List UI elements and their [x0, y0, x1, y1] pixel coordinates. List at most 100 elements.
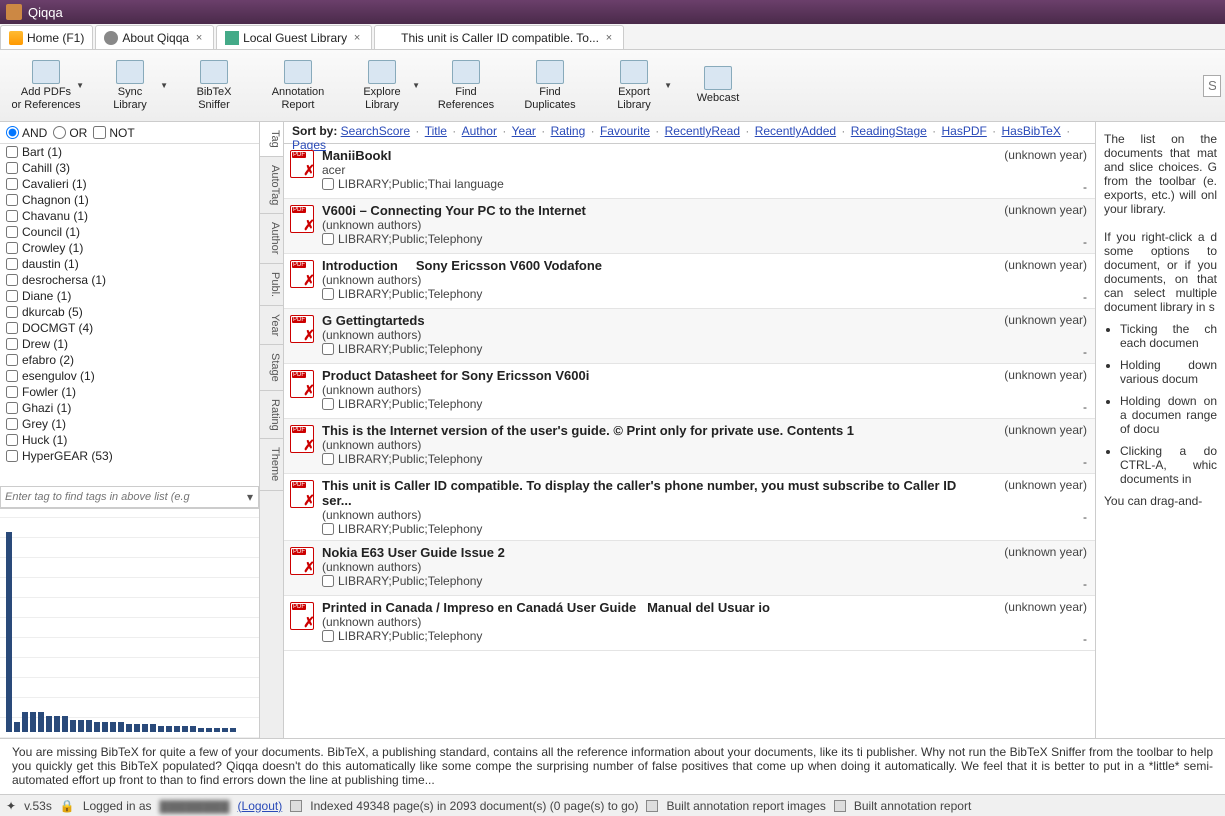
tag-check[interactable]	[6, 290, 18, 302]
doc-row[interactable]: V600i – Connecting Your PC to the Intern…	[284, 199, 1095, 254]
tag-row[interactable]: DOCMGT (4)	[0, 320, 259, 336]
tag-row[interactable]: Chagnon (1)	[0, 192, 259, 208]
sort-author[interactable]: Author	[462, 124, 497, 138]
tool-sync[interactable]: SyncLibrary▼	[88, 52, 172, 120]
doc-check[interactable]	[322, 178, 334, 190]
sort-year[interactable]: Year	[512, 124, 536, 138]
tag-search-input[interactable]	[1, 491, 242, 503]
tag-check[interactable]	[6, 226, 18, 238]
tool-webcast[interactable]: Webcast	[676, 52, 760, 120]
vtab-theme[interactable]: Theme	[260, 439, 283, 490]
tag-check[interactable]	[6, 210, 18, 222]
vtab-autotag[interactable]: AutoTag	[260, 157, 283, 214]
tag-check[interactable]	[6, 418, 18, 430]
doc-row[interactable]: G Gettingtarteds(unknown authors)LIBRARY…	[284, 309, 1095, 364]
tab-0[interactable]: Home (F1)	[0, 25, 93, 49]
doc-check[interactable]	[322, 343, 334, 355]
tool-find[interactable]: FindDuplicates	[508, 52, 592, 120]
tag-row[interactable]: Huck (1)	[0, 432, 259, 448]
vtab-rating[interactable]: Rating	[260, 391, 283, 440]
tag-row[interactable]: Drew (1)	[0, 336, 259, 352]
sort-title[interactable]: Title	[425, 124, 447, 138]
tag-row[interactable]: dkurcab (5)	[0, 304, 259, 320]
close-icon[interactable]: ×	[193, 32, 205, 44]
tag-row[interactable]: desrochersa (1)	[0, 272, 259, 288]
tag-row[interactable]: Council (1)	[0, 224, 259, 240]
tag-row[interactable]: Diane (1)	[0, 288, 259, 304]
sort-readingstage[interactable]: ReadingStage	[851, 124, 927, 138]
doc-check[interactable]	[322, 575, 334, 587]
chevron-down-icon[interactable]: ▼	[664, 82, 672, 91]
tag-row[interactable]: HyperGEAR (53)	[0, 448, 259, 464]
sort-favourite[interactable]: Favourite	[600, 124, 650, 138]
tag-row[interactable]: Grey (1)	[0, 416, 259, 432]
tool-add-pdfs[interactable]: Add PDFsor References▼	[4, 52, 88, 120]
tag-check[interactable]	[6, 162, 18, 174]
tool-annotation[interactable]: AnnotationReport	[256, 52, 340, 120]
search-input[interactable]	[1203, 75, 1221, 97]
sort-haspdf[interactable]: HasPDF	[941, 124, 986, 138]
sort-searchscore[interactable]: SearchScore	[341, 124, 410, 138]
tag-check[interactable]	[6, 338, 18, 350]
doc-check[interactable]	[322, 288, 334, 300]
tag-row[interactable]: daustin (1)	[0, 256, 259, 272]
tool-bibtex[interactable]: BibTeXSniffer	[172, 52, 256, 120]
tag-row[interactable]: Cavalieri (1)	[0, 176, 259, 192]
logic-or[interactable]: OR	[53, 126, 87, 140]
vtab-tag[interactable]: Tag	[260, 122, 283, 157]
doc-check[interactable]	[322, 523, 334, 535]
vtab-publ.[interactable]: Publ.	[260, 264, 283, 306]
tag-check[interactable]	[6, 146, 18, 158]
doc-check[interactable]	[322, 453, 334, 465]
doc-check[interactable]	[322, 233, 334, 245]
chevron-down-icon[interactable]: ▼	[76, 82, 84, 91]
tag-row[interactable]: Crowley (1)	[0, 240, 259, 256]
tag-search-dropdown-icon[interactable]: ▾	[242, 490, 258, 504]
tab-3[interactable]: This unit is Caller ID compatible. To...…	[374, 25, 624, 49]
tag-check[interactable]	[6, 178, 18, 190]
tag-row[interactable]: Fowler (1)	[0, 384, 259, 400]
logic-and[interactable]: AND	[6, 126, 47, 140]
tag-check[interactable]	[6, 434, 18, 446]
tag-row[interactable]: Ghazi (1)	[0, 400, 259, 416]
chevron-down-icon[interactable]: ▼	[412, 82, 420, 91]
vtab-year[interactable]: Year	[260, 306, 283, 345]
tag-check[interactable]	[6, 386, 18, 398]
tag-check[interactable]	[6, 450, 18, 462]
vtab-stage[interactable]: Stage	[260, 345, 283, 391]
doc-row[interactable]: This is the Internet version of the user…	[284, 419, 1095, 474]
tag-row[interactable]: Cahill (3)	[0, 160, 259, 176]
tag-check[interactable]	[6, 402, 18, 414]
doc-check[interactable]	[322, 398, 334, 410]
sort-rating[interactable]: Rating	[551, 124, 586, 138]
doc-row[interactable]: ManiiBookIacerLIBRARY;Public;Thai langua…	[284, 144, 1095, 199]
tool-find[interactable]: FindReferences	[424, 52, 508, 120]
doc-row[interactable]: This unit is Caller ID compatible. To di…	[284, 474, 1095, 541]
logout-link[interactable]: (Logout)	[238, 799, 283, 813]
tag-row[interactable]: Chavanu (1)	[0, 208, 259, 224]
doc-row[interactable]: Introduction Sony Ericsson V600 Vodafone…	[284, 254, 1095, 309]
doc-row[interactable]: Nokia E63 User Guide Issue 2(unknown aut…	[284, 541, 1095, 596]
tag-list[interactable]: Bart (1)Cahill (3)Cavalieri (1)Chagnon (…	[0, 144, 259, 486]
tag-check[interactable]	[6, 354, 18, 366]
sort-recentlyread[interactable]: RecentlyRead	[665, 124, 740, 138]
tag-check[interactable]	[6, 242, 18, 254]
or-radio[interactable]	[53, 126, 66, 139]
doc-row[interactable]: Product Datasheet for Sony Ericsson V600…	[284, 364, 1095, 419]
tag-check[interactable]	[6, 306, 18, 318]
tag-row[interactable]: Bart (1)	[0, 144, 259, 160]
document-list[interactable]: ManiiBookIacerLIBRARY;Public;Thai langua…	[284, 144, 1095, 738]
tag-row[interactable]: esengulov (1)	[0, 368, 259, 384]
close-icon[interactable]: ×	[351, 32, 363, 44]
tab-2[interactable]: Local Guest Library×	[216, 25, 372, 49]
close-icon[interactable]: ×	[603, 32, 615, 44]
tag-check[interactable]	[6, 370, 18, 382]
tag-check[interactable]	[6, 258, 18, 270]
tool-explore[interactable]: ExploreLibrary▼	[340, 52, 424, 120]
logic-not[interactable]: NOT	[93, 126, 134, 140]
sort-recentlyadded[interactable]: RecentlyAdded	[755, 124, 836, 138]
tag-row[interactable]: efabro (2)	[0, 352, 259, 368]
tool-export[interactable]: ExportLibrary▼	[592, 52, 676, 120]
not-check[interactable]	[93, 126, 106, 139]
doc-check[interactable]	[322, 630, 334, 642]
